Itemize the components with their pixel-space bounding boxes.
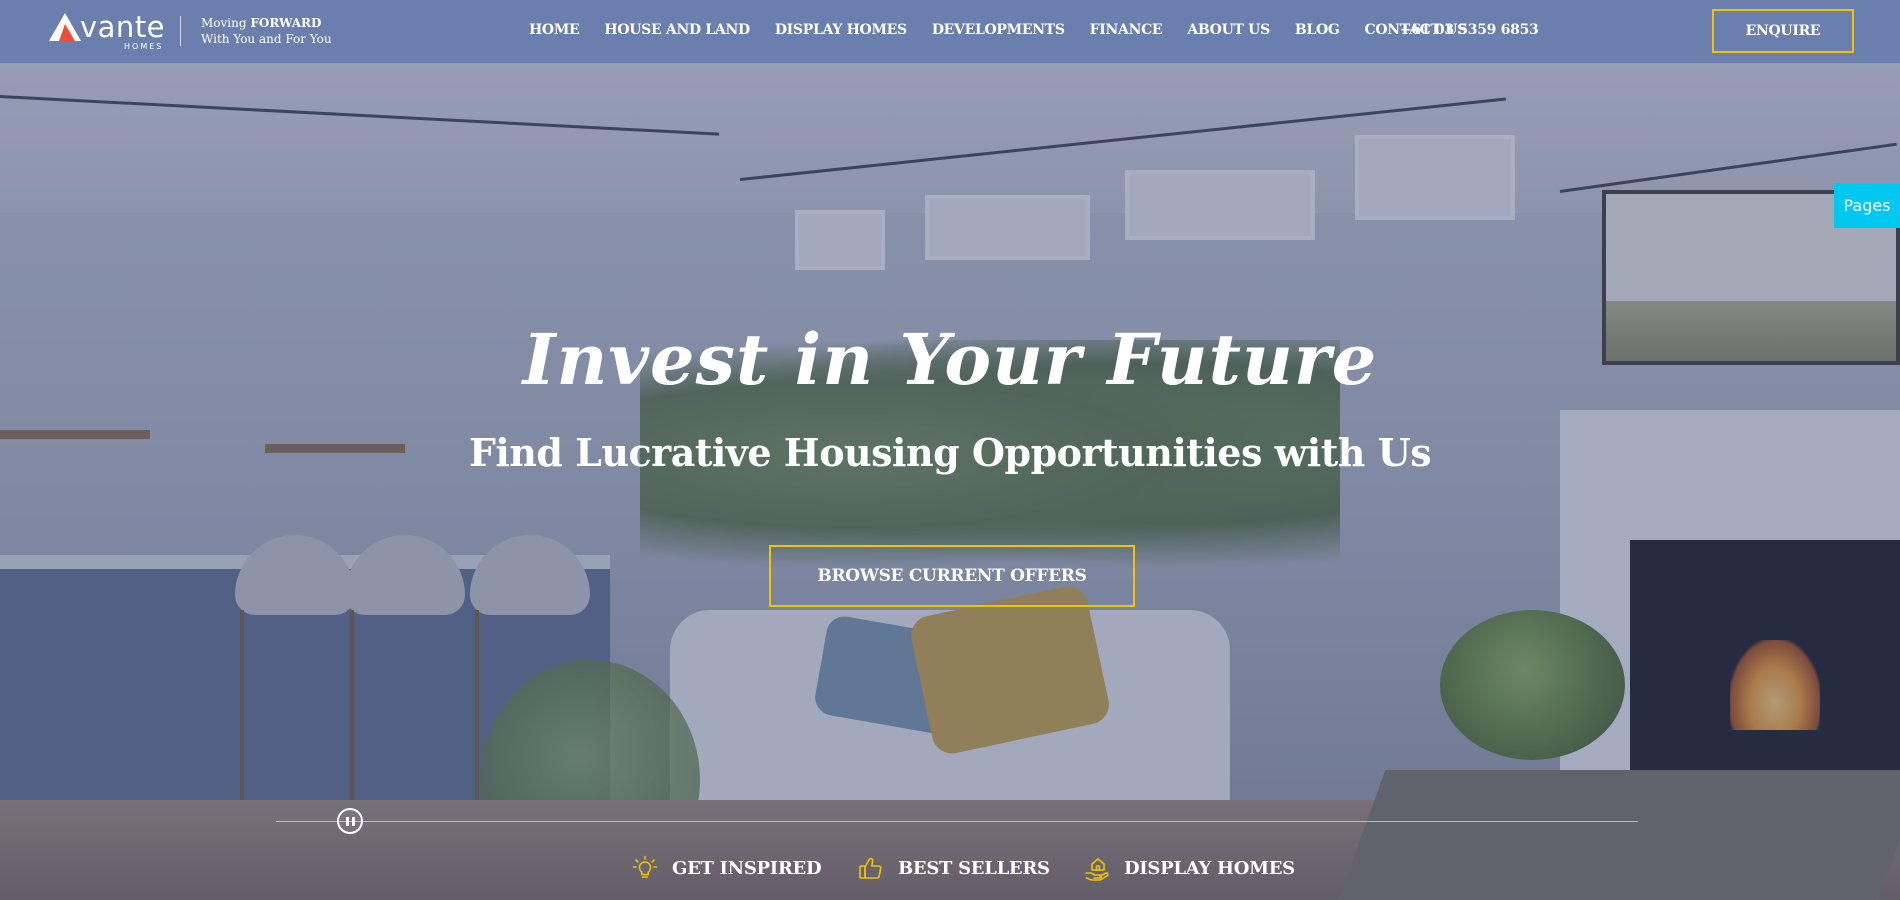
quick-link-label: GET INSPIRED [672, 857, 822, 879]
hero-title: Invest in Your Future [522, 318, 1378, 401]
hero-subtitle: Find Lucrative Housing Opportunities wit… [468, 430, 1432, 475]
nav-item-display-homes[interactable]: DISPLAY HOMES [775, 22, 907, 38]
pause-icon-bar [351, 816, 355, 826]
logo-triangle-icon [48, 12, 82, 42]
quick-link-best-sellers[interactable]: BEST SELLERS [858, 855, 1050, 881]
quick-link-display-homes[interactable]: DISPLAY HOMES [1084, 855, 1295, 881]
phone-number-link[interactable]: +61 03 5359 6853 [1400, 22, 1539, 38]
nav-item-blog[interactable]: BLOG [1295, 22, 1340, 38]
quick-link-get-inspired[interactable]: GET INSPIRED [632, 855, 822, 881]
main-nav: HOME HOUSE AND LAND DISPLAY HOMES DEVELO… [529, 22, 1492, 38]
brand-tagline: Moving FORWARD With You and For You [201, 16, 332, 46]
logo-divider [180, 16, 181, 46]
slider-progress-track [276, 821, 1638, 822]
enquire-button[interactable]: ENQUIRE [1712, 9, 1854, 53]
site-header: vante HOMES Moving FORWARD With You and … [0, 0, 1900, 63]
pages-side-tab[interactable]: Pages [1834, 183, 1900, 228]
lightbulb-icon [632, 855, 658, 878]
nav-item-finance[interactable]: FINANCE [1090, 22, 1163, 38]
logo-subtext: HOMES [124, 42, 164, 51]
nav-item-about-us[interactable]: ABOUT US [1187, 22, 1270, 38]
thumbs-up-icon [859, 857, 882, 879]
quick-link-label: BEST SELLERS [898, 857, 1050, 879]
logo-wordmark: vante [80, 10, 166, 44]
quick-links-bar: GET INSPIRED BEST SELLERS DISPLAY HOMES [0, 855, 1900, 889]
nav-item-developments[interactable]: DEVELOPMENTS [932, 22, 1065, 38]
nav-item-home[interactable]: HOME [529, 22, 580, 38]
slider-pause-button[interactable] [337, 808, 363, 834]
brand-logo[interactable]: vante HOMES [48, 10, 165, 54]
hand-house-icon [1085, 858, 1109, 881]
browse-offers-button[interactable]: BROWSE CURRENT OFFERS [769, 545, 1135, 607]
pause-icon-bar [345, 816, 349, 826]
nav-item-house-and-land[interactable]: HOUSE AND LAND [604, 22, 750, 38]
quick-link-label: DISPLAY HOMES [1124, 857, 1295, 879]
